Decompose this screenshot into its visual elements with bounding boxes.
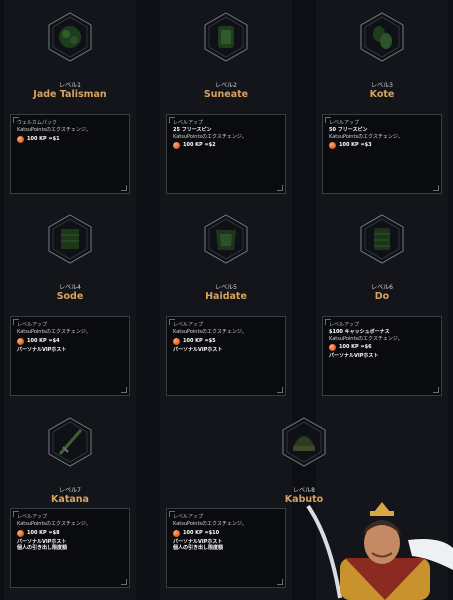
benefit-withdrawal-limit: 個人の引き出し限度額 — [17, 545, 68, 552]
do-armor-icon — [359, 214, 405, 264]
tier-benefits-card: レベルアップ 25 フリースピン KatsuPointsのエクスチェンジ。 10… — [166, 114, 286, 194]
benefit-vip-host: パーソナルVIPホスト — [17, 346, 67, 353]
benefit-exchange: KatsuPointsのエクスチェンジ。 — [17, 126, 91, 133]
katsu-coin-icon — [329, 142, 336, 150]
kp-rate: 100 KP =$5 — [183, 337, 216, 344]
tier-level: レベル5 — [215, 284, 237, 291]
tier-benefits-card: レベルアップ KatsuPointsのエクスチェンジ。 100 KP =$4 パ… — [10, 316, 130, 396]
benefit-exchange: KatsuPointsのエクスチェンジ。 — [17, 328, 91, 335]
benefit-title: ウェルカムパック — [17, 120, 57, 126]
tier-level: レベル7 — [59, 487, 81, 494]
kabuto-helmet-icon — [281, 417, 327, 467]
benefit-exchange: KatsuPointsのエクスチェンジ。 — [173, 520, 247, 527]
benefit-title: レベルアップ — [329, 120, 360, 126]
katsu-coin-icon — [173, 529, 180, 537]
kp-rate-row: 100 KP =$6 — [329, 344, 435, 352]
kp-rate: 100 KP =$8 — [27, 529, 60, 536]
tier-benefits-card: レベルアップ KatsuPointsのエクスチェンジ。 100 KP =$5 パ… — [166, 316, 286, 396]
kp-rate-row: 100 KP =$1 — [17, 135, 123, 143]
benefit-free-spins: 50 フリースピン — [329, 126, 368, 133]
jade-talisman-icon — [47, 12, 93, 62]
benefit-title: レベルアップ — [173, 120, 204, 126]
kp-rate-row: 100 KP =$8 — [17, 529, 123, 537]
kp-rate: 100 KP =$2 — [183, 142, 216, 149]
tier-name: Suneate — [203, 89, 249, 100]
katsu-coin-icon — [17, 135, 24, 143]
kp-rate: 100 KP =$3 — [339, 142, 372, 149]
tier-level: レベル4 — [59, 284, 81, 291]
benefit-title: レベルアップ — [17, 514, 48, 520]
tier-name: Do — [374, 291, 390, 302]
benefit-vip-host: パーソナルVIPホスト — [329, 353, 379, 360]
benefit-exchange: KatsuPointsのエクスチェンジ。 — [173, 133, 247, 140]
tier-benefits-card: レベルアップ KatsuPointsのエクスチェンジ。 100 KP =$8 パ… — [10, 508, 130, 588]
kp-rate: 100 KP =$4 — [27, 337, 60, 344]
tier-benefits-card: レベルアップ 50 フリースピン KatsuPointsのエクスチェンジ。 10… — [322, 114, 442, 194]
kp-rate: 100 KP =$6 — [339, 344, 372, 351]
tier-name: Sode — [56, 291, 84, 302]
haidate-icon — [203, 214, 249, 264]
benefit-vip-host: パーソナルVIPホスト — [173, 346, 223, 353]
suneate-icon — [203, 12, 249, 62]
kp-rate: 100 KP =$10 — [183, 529, 220, 536]
benefit-exchange: KatsuPointsのエクスチェンジ。 — [17, 520, 91, 527]
tier-name: Kote — [369, 89, 395, 100]
tier-level: レベル1 — [59, 82, 81, 89]
kp-rate: 100 KP =$1 — [27, 135, 60, 142]
tier-level: レベル8 — [293, 487, 315, 494]
tier-benefits-card: レベルアップ $100 キャッシュボーナス KatsuPointsのエクスチェン… — [322, 316, 442, 396]
benefit-cash-bonus: $100 キャッシュボーナス — [329, 328, 390, 335]
tier-benefits-card: レベルアップ KatsuPointsのエクスチェンジ。 100 KP =$10 … — [166, 508, 286, 588]
benefit-title: レベルアップ — [173, 514, 204, 520]
tier-level: レベル3 — [371, 82, 393, 89]
benefit-title: レベルアップ — [17, 322, 48, 328]
kp-rate-row: 100 KP =$10 — [173, 529, 279, 537]
katsu-coin-icon — [329, 344, 336, 352]
tier-name: Katana — [51, 494, 89, 505]
tier-benefits-card: ウェルカムパック KatsuPointsのエクスチェンジ。 100 KP =$1 — [10, 114, 130, 194]
benefit-exchange: KatsuPointsのエクスチェンジ。 — [173, 328, 247, 335]
benefit-free-spins: 25 フリースピン — [173, 126, 212, 133]
katsu-coin-icon — [173, 337, 180, 345]
benefit-title: レベルアップ — [329, 322, 360, 328]
tier-name: Jade Talisman — [33, 89, 107, 100]
sode-icon — [47, 214, 93, 264]
benefit-exchange: KatsuPointsのエクスチェンジ。 — [329, 335, 403, 342]
benefit-title: レベルアップ — [173, 322, 204, 328]
benefit-withdrawal-limit: 個人の引き出し限度額 — [173, 545, 224, 552]
katsu-coin-icon — [17, 337, 24, 345]
katana-icon — [47, 417, 93, 467]
kp-rate-row: 100 KP =$4 — [17, 337, 123, 345]
samurai-mascot-illustration — [306, 502, 453, 600]
kp-rate-row: 100 KP =$2 — [173, 142, 279, 150]
kp-rate-row: 100 KP =$5 — [173, 337, 279, 345]
tier-level: レベル2 — [215, 82, 237, 89]
katsu-coin-icon — [173, 142, 180, 150]
benefit-exchange: KatsuPointsのエクスチェンジ。 — [329, 133, 403, 140]
tier-name: Haidate — [205, 291, 247, 302]
kp-rate-row: 100 KP =$3 — [329, 142, 435, 150]
katsu-coin-icon — [17, 529, 24, 537]
kote-icon — [359, 12, 405, 62]
tier-level: レベル6 — [371, 284, 393, 291]
